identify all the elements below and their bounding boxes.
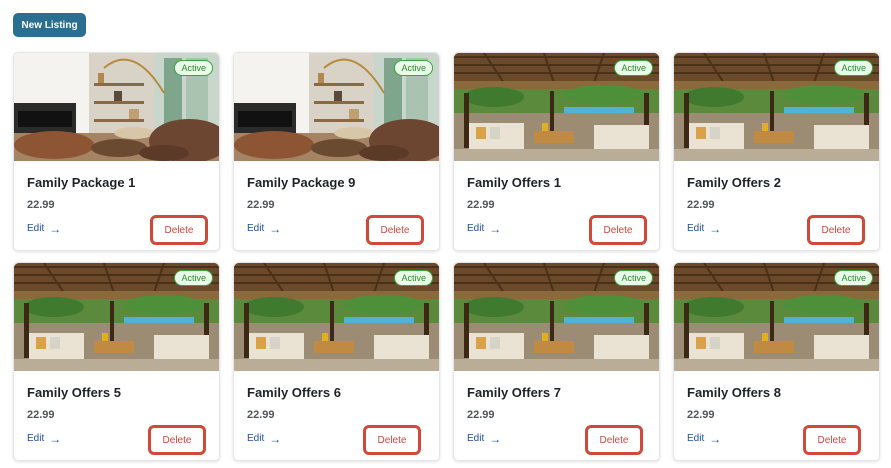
status-badge: Active — [394, 270, 433, 286]
edit-label: Edit — [687, 223, 705, 234]
edit-label: Edit — [247, 433, 265, 444]
delete-button[interactable]: Delete — [150, 215, 208, 245]
listing-price: 22.99 — [687, 199, 715, 211]
status-badge: Active — [614, 60, 653, 76]
delete-button[interactable]: Delete — [366, 215, 424, 245]
status-badge: Active — [394, 60, 433, 76]
listing-title: Family Offers 1 — [467, 175, 561, 190]
listing-title: Family Package 1 — [27, 175, 136, 190]
listing-price: 22.99 — [27, 199, 55, 211]
listing-title: Family Offers 8 — [687, 385, 781, 400]
listing-card: Active Family Package 9 22.99 Edit → Del… — [233, 52, 440, 251]
delete-button[interactable]: Delete — [148, 425, 206, 455]
arrow-right-icon: → — [49, 431, 62, 446]
listing-price: 22.99 — [247, 199, 275, 211]
listing-title: Family Offers 7 — [467, 385, 561, 400]
delete-button[interactable]: Delete — [363, 425, 421, 455]
listing-title: Family Offers 6 — [247, 385, 341, 400]
listing-price: 22.99 — [687, 409, 715, 421]
arrow-right-icon: → — [269, 221, 282, 236]
edit-label: Edit — [27, 433, 45, 444]
delete-button[interactable]: Delete — [803, 425, 861, 455]
listing-card: Active Family Offers 6 22.99 Edit → Dele… — [233, 262, 440, 461]
listing-price: 22.99 — [247, 409, 275, 421]
delete-button[interactable]: Delete — [807, 215, 865, 245]
edit-link[interactable]: Edit → — [247, 221, 282, 236]
edit-link[interactable]: Edit → — [27, 431, 62, 446]
arrow-right-icon: → — [489, 431, 502, 446]
arrow-right-icon: → — [49, 221, 62, 236]
edit-link[interactable]: Edit → — [467, 221, 502, 236]
status-badge: Active — [614, 270, 653, 286]
arrow-right-icon: → — [489, 221, 502, 236]
delete-button[interactable]: Delete — [585, 425, 643, 455]
edit-label: Edit — [467, 223, 485, 234]
listing-title: Family Package 9 — [247, 175, 356, 190]
listing-price: 22.99 — [27, 409, 55, 421]
listing-card: Active Family Offers 2 22.99 Edit → Dele… — [673, 52, 880, 251]
status-badge: Active — [834, 270, 873, 286]
listing-card: Active Family Offers 8 22.99 Edit → Dele… — [673, 262, 880, 461]
listing-price: 22.99 — [467, 409, 495, 421]
edit-label: Edit — [687, 433, 705, 444]
edit-link[interactable]: Edit → — [687, 431, 722, 446]
arrow-right-icon: → — [269, 431, 282, 446]
delete-button[interactable]: Delete — [589, 215, 647, 245]
edit-label: Edit — [27, 223, 45, 234]
edit-link[interactable]: Edit → — [467, 431, 502, 446]
edit-link[interactable]: Edit → — [687, 221, 722, 236]
status-badge: Active — [174, 270, 213, 286]
listing-price: 22.99 — [467, 199, 495, 211]
new-listing-button[interactable]: New Listing — [13, 13, 86, 37]
edit-label: Edit — [467, 433, 485, 444]
listing-title: Family Offers 5 — [27, 385, 121, 400]
listing-card: Active Family Package 1 22.99 Edit → Del… — [13, 52, 220, 251]
edit-link[interactable]: Edit → — [247, 431, 282, 446]
listing-card: Active Family Offers 7 22.99 Edit → Dele… — [453, 262, 660, 461]
listing-card: Active Family Offers 1 22.99 Edit → Dele… — [453, 52, 660, 251]
edit-label: Edit — [247, 223, 265, 234]
status-badge: Active — [834, 60, 873, 76]
arrow-right-icon: → — [709, 221, 722, 236]
edit-link[interactable]: Edit → — [27, 221, 62, 236]
status-badge: Active — [174, 60, 213, 76]
arrow-right-icon: → — [709, 431, 722, 446]
listing-card: Active Family Offers 5 22.99 Edit → Dele… — [13, 262, 220, 461]
listing-title: Family Offers 2 — [687, 175, 781, 190]
